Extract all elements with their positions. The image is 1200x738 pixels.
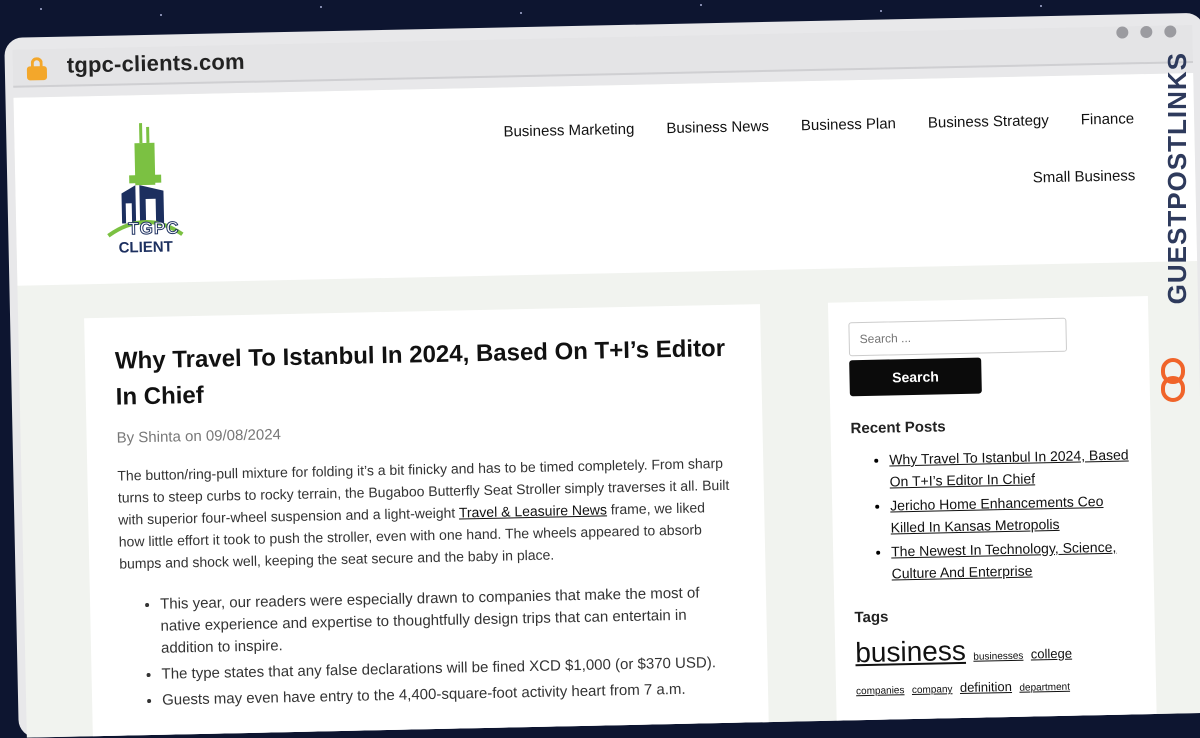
tag-link[interactable]: companies bbox=[856, 685, 905, 697]
link-chain-icon bbox=[1161, 358, 1185, 402]
window-dot-icon[interactable] bbox=[1116, 26, 1129, 39]
article-meta: By Shinta on 09/08/2024 bbox=[116, 417, 732, 447]
author-link[interactable]: Shinta bbox=[138, 428, 181, 446]
article-card: Why Travel To Istanbul In 2024, Based On… bbox=[84, 304, 770, 738]
tag-link[interactable]: business bbox=[855, 635, 966, 668]
logo-text-bottom: CLIENT bbox=[118, 238, 173, 257]
window-dot-icon[interactable] bbox=[1164, 25, 1177, 38]
site-logo[interactable]: TGPC CLIENT bbox=[104, 122, 187, 264]
window-dot-icon[interactable] bbox=[1140, 25, 1153, 39]
recent-posts-heading: Recent Posts bbox=[850, 418, 946, 438]
inline-link[interactable]: Travel & Leasuire News bbox=[459, 501, 607, 520]
sidebar: Search Recent Posts Why Travel To Istanb… bbox=[827, 296, 1158, 738]
list-item: Jericho Home Enhancements Ceo Killed In … bbox=[890, 489, 1133, 538]
site-header: TGPC CLIENT Business Marketing Business … bbox=[13, 73, 1198, 286]
brand-text: GUESTPOSTLINKS bbox=[1162, 52, 1192, 305]
list-item: The Newest In Technology, Science, Cultu… bbox=[891, 535, 1134, 584]
url-text[interactable]: tgpc-clients.com bbox=[67, 49, 246, 79]
nav-finance[interactable]: Finance bbox=[1081, 110, 1135, 128]
article-title[interactable]: Why Travel To Istanbul In 2024, Based On… bbox=[115, 331, 732, 416]
nav-business-marketing[interactable]: Business Marketing bbox=[503, 121, 634, 141]
search-button[interactable]: Search bbox=[849, 357, 982, 397]
window-controls bbox=[1116, 25, 1177, 39]
tag-link[interactable]: department bbox=[1019, 682, 1070, 694]
nav-business-plan[interactable]: Business Plan bbox=[801, 115, 896, 134]
recent-post-link[interactable]: Jericho Home Enhancements Ceo Killed In … bbox=[890, 493, 1104, 535]
recent-post-link[interactable]: The Newest In Technology, Science, Cultu… bbox=[891, 539, 1116, 582]
article-paragraph: The button/ring-pull mixture for folding… bbox=[117, 452, 735, 575]
list-item: Why Travel To Istanbul In 2024, Based On… bbox=[889, 443, 1132, 492]
list-item: This year, our readers were especially d… bbox=[160, 582, 737, 660]
byline-prefix: By bbox=[116, 429, 135, 447]
tag-link[interactable]: businesses bbox=[973, 651, 1023, 663]
byline-on: on bbox=[184, 427, 202, 446]
logo-text-top: TGPC bbox=[128, 218, 181, 239]
nav-small-business[interactable]: Small Business bbox=[1033, 167, 1136, 186]
recent-post-link[interactable]: Why Travel To Istanbul In 2024, Based On… bbox=[889, 446, 1129, 489]
search-input[interactable] bbox=[848, 317, 1068, 357]
nav-business-news[interactable]: Business News bbox=[666, 118, 769, 137]
article-bullet-list: This year, our readers were especially d… bbox=[120, 582, 738, 713]
nav-business-strategy[interactable]: Business Strategy bbox=[928, 112, 1049, 132]
browser-window: tgpc-clients.com TGPC CLIENT Business Ma… bbox=[0, 3, 1200, 738]
recent-posts-list: Why Travel To Istanbul In 2024, Based On… bbox=[851, 443, 1134, 585]
web-page: TGPC CLIENT Business Marketing Business … bbox=[13, 73, 1200, 738]
tag-link[interactable]: definition bbox=[960, 679, 1012, 695]
tags-heading: Tags bbox=[854, 608, 889, 627]
tag-link[interactable]: college bbox=[1031, 646, 1073, 662]
guestpostlinks-watermark: GUESTPOSTLINKS bbox=[1160, 52, 1194, 402]
main-navigation: Business Marketing Business News Busines… bbox=[434, 110, 1135, 199]
lock-icon bbox=[26, 57, 48, 81]
tag-link[interactable]: company bbox=[912, 684, 953, 696]
post-date[interactable]: 09/08/2024 bbox=[206, 426, 281, 445]
